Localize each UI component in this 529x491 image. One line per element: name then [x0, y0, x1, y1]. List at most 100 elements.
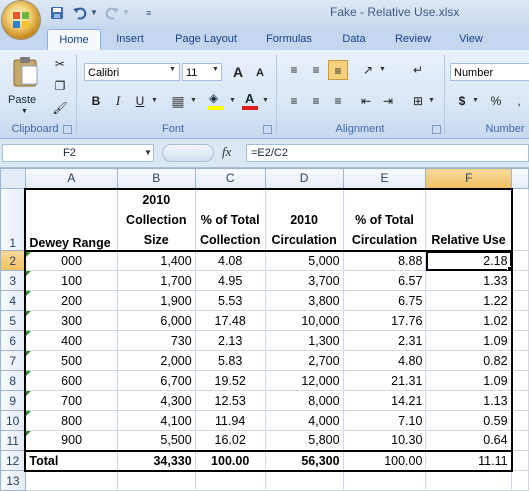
name-box[interactable]: F2 — [2, 144, 154, 162]
header-cell-a[interactable]: Dewey Range — [24, 187, 118, 252]
row-header-5[interactable]: 5 — [0, 310, 26, 331]
row-header-13[interactable]: 13 — [0, 470, 26, 491]
total-pct-circulation-cell[interactable]: 100.00 — [342, 449, 427, 472]
circulation-cell[interactable]: 10,000 — [264, 310, 344, 331]
underline-button[interactable]: U — [130, 91, 150, 111]
select-all-corner[interactable] — [0, 168, 26, 189]
borders-dropdown-icon[interactable]: ▼ — [190, 97, 197, 104]
pct-collection-cell[interactable]: 4.08 — [194, 250, 266, 271]
tab-home[interactable]: Home — [47, 29, 101, 51]
relative-use-cell[interactable]: 1.33 — [425, 270, 513, 291]
cell-g12[interactable] — [511, 450, 529, 471]
circulation-cell[interactable]: 4,000 — [264, 410, 344, 431]
pct-circulation-cell[interactable]: 2.31 — [342, 330, 427, 351]
paste-button[interactable]: Paste ▼ — [6, 54, 46, 116]
row-header-4[interactable]: 4 — [0, 290, 26, 311]
relative-use-cell[interactable]: 0.82 — [425, 350, 513, 371]
bold-button[interactable]: B — [86, 91, 106, 111]
header-cell-c[interactable]: % of Total Collection — [194, 187, 266, 252]
cell-g10[interactable] — [511, 410, 529, 431]
header-cell-f[interactable]: Relative Use — [425, 187, 513, 252]
row-header-1[interactable]: 1 — [0, 188, 26, 251]
merge-center-icon[interactable]: ⊞ — [408, 91, 428, 111]
currency-dropdown-icon[interactable]: ▼ — [472, 97, 479, 104]
header-cell-e[interactable]: % of Total Circulation — [342, 187, 427, 252]
cell-g4[interactable] — [511, 290, 529, 311]
collection-size-cell[interactable]: 5,500 — [116, 430, 196, 451]
font-dialog-launcher[interactable] — [263, 125, 272, 134]
tab-insert[interactable]: Insert — [108, 29, 152, 50]
collection-size-cell[interactable]: 730 — [116, 330, 196, 351]
row-header-8[interactable]: 8 — [0, 370, 26, 391]
tab-review[interactable]: Review — [388, 29, 438, 50]
header-cell-b[interactable]: 2010 Collection Size — [116, 187, 196, 252]
underline-dropdown-icon[interactable]: ▼ — [151, 97, 158, 104]
pct-circulation-cell[interactable]: 8.88 — [342, 250, 427, 271]
cell-g6[interactable] — [511, 330, 529, 351]
collection-size-cell[interactable]: 4,100 — [116, 410, 196, 431]
cell-d13[interactable] — [264, 470, 344, 491]
cell-g1[interactable] — [511, 188, 529, 251]
borders-icon[interactable]: ▦ — [168, 91, 188, 111]
error-indicator-icon[interactable] — [27, 371, 32, 376]
cell-e13[interactable] — [342, 470, 427, 491]
dewey-range-cell[interactable]: 500 — [24, 350, 118, 371]
collection-size-cell[interactable]: 6,000 — [116, 310, 196, 331]
dewey-range-cell[interactable]: 900 — [24, 430, 118, 451]
row-header-10[interactable]: 10 — [0, 410, 26, 431]
cell-a13[interactable] — [24, 470, 118, 491]
row-header-6[interactable]: 6 — [0, 330, 26, 351]
name-box-dropdown-icon[interactable]: ▼ — [144, 148, 152, 157]
font-color-button[interactable]: A — [240, 91, 260, 111]
tab-view[interactable]: View — [453, 29, 489, 50]
pct-circulation-cell[interactable]: 10.30 — [342, 430, 427, 451]
align-left-icon[interactable]: ≡ — [284, 91, 304, 111]
column-header-g[interactable] — [511, 168, 529, 189]
pct-circulation-cell[interactable]: 17.76 — [342, 310, 427, 331]
column-header-b[interactable]: B — [116, 168, 196, 189]
circulation-cell[interactable]: 2,700 — [264, 350, 344, 371]
clipboard-dialog-launcher[interactable] — [63, 125, 72, 134]
redo-icon[interactable] — [104, 5, 120, 21]
dewey-range-cell[interactable]: 800 — [24, 410, 118, 431]
cell-g5[interactable] — [511, 310, 529, 331]
relative-use-cell[interactable]: 1.09 — [425, 370, 513, 391]
align-top-icon[interactable]: ≡ — [284, 60, 304, 80]
formula-resize-handle[interactable] — [162, 144, 214, 162]
collection-size-cell[interactable]: 1,400 — [116, 250, 196, 271]
font-name-dropdown-icon[interactable]: ▼ — [169, 66, 176, 73]
total-pct-collection-cell[interactable]: 100.00 — [194, 449, 266, 472]
error-indicator-icon[interactable] — [27, 391, 32, 396]
pct-circulation-cell[interactable]: 21.31 — [342, 370, 427, 391]
redo-dropdown-icon[interactable]: ▼ — [122, 5, 130, 21]
number-format-select[interactable]: Number — [450, 63, 529, 81]
undo-icon[interactable] — [72, 5, 88, 21]
error-indicator-icon[interactable] — [27, 251, 32, 257]
fill-handle[interactable] — [506, 266, 510, 270]
total-circulation-cell[interactable]: 56,300 — [264, 449, 344, 472]
relative-use-cell[interactable]: 1.09 — [425, 330, 513, 351]
selected-cell-f2[interactable]: 2.18 — [425, 250, 513, 271]
dewey-range-cell[interactable]: 100 — [24, 270, 118, 291]
error-indicator-icon[interactable] — [27, 351, 32, 356]
row-header-3[interactable]: 3 — [0, 270, 26, 291]
cell-g8[interactable] — [511, 370, 529, 391]
pct-collection-cell[interactable]: 4.95 — [194, 270, 266, 291]
tab-page-layout[interactable]: Page Layout — [167, 29, 245, 50]
dewey-range-cell[interactable]: 600 — [24, 370, 118, 391]
dewey-range-cell[interactable]: 700 — [24, 390, 118, 411]
undo-dropdown-icon[interactable]: ▼ — [90, 5, 98, 21]
error-indicator-icon[interactable] — [27, 331, 32, 336]
pct-circulation-cell[interactable]: 14.21 — [342, 390, 427, 411]
column-header-d[interactable]: D — [264, 168, 344, 189]
collection-size-cell[interactable]: 6,700 — [116, 370, 196, 391]
dewey-range-cell[interactable]: 000 — [24, 250, 118, 271]
cell-g9[interactable] — [511, 390, 529, 411]
cell-g2[interactable] — [511, 250, 529, 271]
cell-b13[interactable] — [116, 470, 196, 491]
error-indicator-icon[interactable] — [27, 311, 32, 316]
dewey-range-cell[interactable]: 300 — [24, 310, 118, 331]
fill-color-button[interactable]: ◈ — [206, 91, 226, 111]
circulation-cell[interactable]: 12,000 — [264, 370, 344, 391]
column-header-f[interactable]: F — [425, 168, 513, 189]
